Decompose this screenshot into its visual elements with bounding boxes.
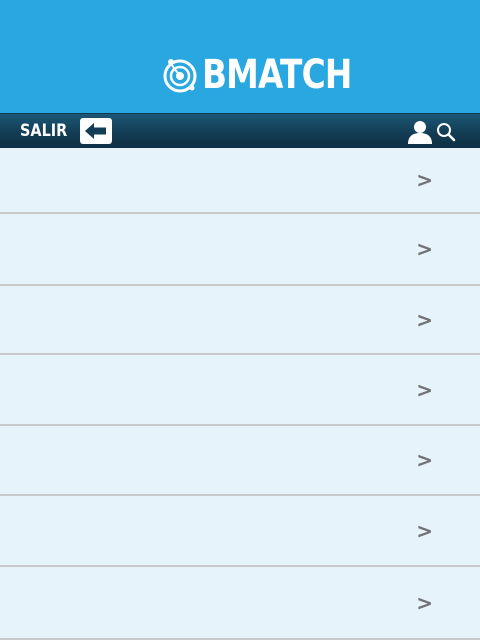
logo-radar-icon [163, 59, 197, 93]
list-item[interactable]: > [0, 148, 480, 214]
toolbar-actions [407, 120, 456, 144]
list-item[interactable]: > [0, 286, 480, 355]
chevron-right-icon: > [416, 237, 433, 261]
list-item[interactable]: > [0, 355, 480, 426]
chevron-right-icon: > [416, 307, 433, 332]
exit-label: SALIR [20, 121, 68, 141]
arrow-left-icon [79, 118, 112, 144]
app-logo: BMATCH [162, 52, 384, 98]
search-icon[interactable] [436, 122, 456, 142]
chevron-right-icon: > [416, 377, 433, 402]
logo-text: BMATCH [202, 52, 352, 98]
list-item[interactable]: > [0, 426, 480, 496]
chevron-right-icon: > [416, 448, 433, 472]
chevron-right-icon: > [416, 518, 433, 543]
app-screen: BMATCH SALIR > > > > > > > [0, 0, 480, 640]
chevron-right-icon: > [416, 590, 433, 615]
chevron-right-icon: > [416, 168, 433, 192]
list-item[interactable]: > [0, 214, 480, 286]
app-header: BMATCH [0, 0, 480, 113]
toolbar: SALIR [0, 113, 480, 148]
list-item[interactable]: > [0, 567, 480, 640]
menu-list: > > > > > > > [0, 148, 480, 640]
user-icon[interactable] [407, 120, 433, 144]
exit-button[interactable]: SALIR [20, 118, 112, 144]
list-item[interactable]: > [0, 496, 480, 567]
